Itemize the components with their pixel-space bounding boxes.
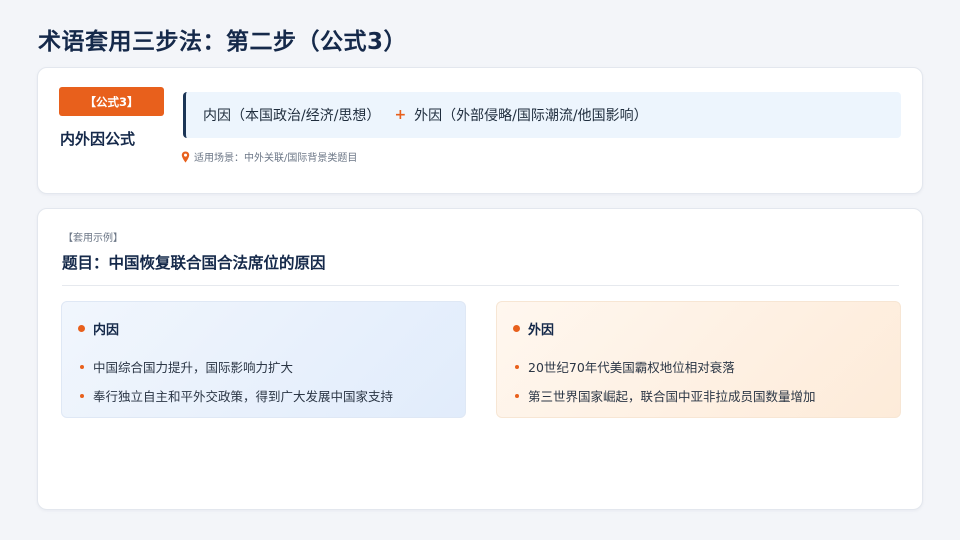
inner-cause-list: 中国综合国力提升，国际影响力扩大 奉行独立自主和平外交政策，得到广大发展中国家支… <box>78 352 465 410</box>
inner-cause-title: 内因 <box>93 323 120 338</box>
outer-cause-list: 20世纪70年代美国霸权地位相对衰落 第三世界国家崛起，联合国中亚非拉成员国数量… <box>513 352 900 410</box>
outer-cause-panel: 外因 20世纪70年代美国霸权地位相对衰落 第三世界国家崛起，联合国中亚非拉成员… <box>496 301 901 418</box>
list-item-text: 奉行独立自主和平外交政策，得到广大发展中国家支持 <box>93 389 394 404</box>
bullet-icon <box>80 393 84 398</box>
bullet-icon <box>515 364 519 369</box>
formula-expression: 内因（本国政治/经济/思想） + 外因（外部侵略/国际潮流/他国影响） <box>183 92 901 138</box>
formula-tag: 【公式3】 <box>59 87 164 116</box>
heading-dot-icon <box>78 325 85 332</box>
list-item-text: 第三世界国家崛起，联合国中亚非拉成员国数量增加 <box>528 389 816 404</box>
example-question: 题目：中国恢复联合国合法席位的原因 <box>62 254 326 272</box>
formula-plus: + <box>394 107 407 123</box>
bullet-icon <box>80 364 84 369</box>
example-card: 【套用示例】 题目：中国恢复联合国合法席位的原因 内因 中国综合国力提升，国际影… <box>37 208 923 510</box>
formula-inner-part: 内因（本国政治/经济/思想） <box>203 108 381 124</box>
list-item-text: 中国综合国力提升，国际影响力扩大 <box>93 360 294 375</box>
scene-text: 适用场景：中外关联/国际背景类题目 <box>194 153 358 164</box>
list-item: 第三世界国家崛起，联合国中亚非拉成员国数量增加 <box>513 381 900 410</box>
inner-cause-heading: 内因 <box>78 319 465 338</box>
inner-cause-panel: 内因 中国综合国力提升，国际影响力扩大 奉行独立自主和平外交政策，得到广大发展中… <box>61 301 466 418</box>
applicable-scene: 适用场景：中外关联/国际背景类题目 <box>181 149 357 164</box>
formula-outer-part: 外因（外部侵略/国际潮流/他国影响） <box>414 108 648 124</box>
example-tag: 【套用示例】 <box>63 233 123 244</box>
page-title: 术语套用三步法：第二步（公式3） <box>38 29 408 55</box>
list-item: 20世纪70年代美国霸权地位相对衰落 <box>513 352 900 381</box>
divider <box>62 285 899 286</box>
list-item: 奉行独立自主和平外交政策，得到广大发展中国家支持 <box>78 381 465 410</box>
outer-cause-heading: 外因 <box>513 319 900 338</box>
bullet-icon <box>515 393 519 398</box>
formula-card: 【公式3】 内外因公式 内因（本国政治/经济/思想） + 外因（外部侵略/国际潮… <box>37 67 923 194</box>
list-item-text: 20世纪70年代美国霸权地位相对衰落 <box>528 360 735 375</box>
formula-name: 内外因公式 <box>60 130 136 148</box>
outer-cause-title: 外因 <box>528 323 555 338</box>
heading-dot-icon <box>513 325 520 332</box>
location-pin-icon <box>181 151 190 162</box>
list-item: 中国综合国力提升，国际影响力扩大 <box>78 352 465 381</box>
